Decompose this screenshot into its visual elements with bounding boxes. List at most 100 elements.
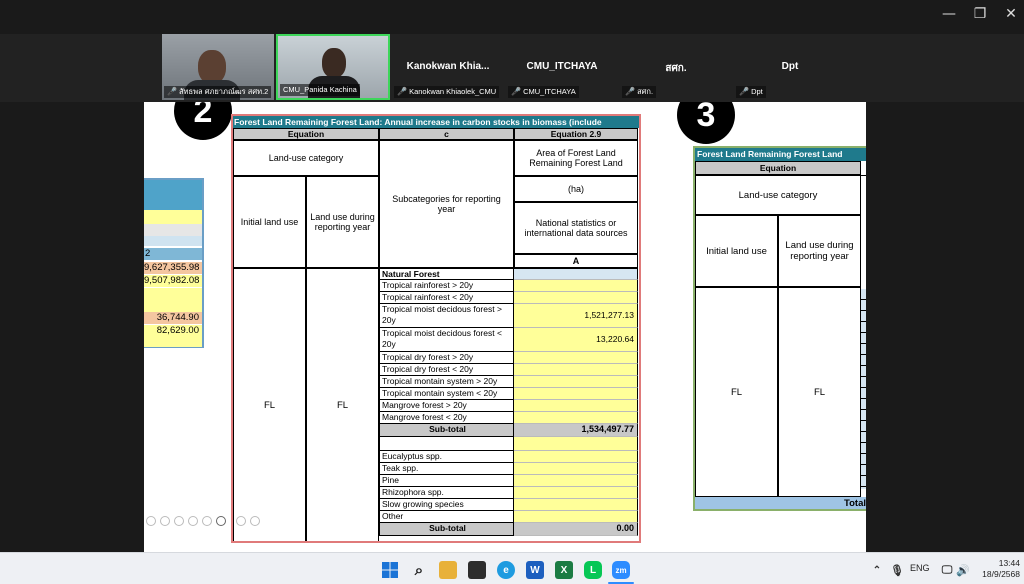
right-fl-value: FL — [778, 287, 861, 497]
zoom-window: — ❐ ✕ 🎤 สัทธพล ศภยาภณ์ฒร สศท.2 CMU_Panida… — [0, 0, 1024, 552]
participant-label: CMU_Panida Kachina — [280, 84, 360, 96]
table-row: Tropical rainforest < 20y — [379, 292, 638, 305]
column-a-label: A — [514, 254, 638, 268]
app-icon[interactable] — [468, 561, 486, 579]
slide-number-2: 2 — [174, 102, 232, 140]
subtotal-value: 1,534,497.77 — [514, 424, 638, 437]
video-tile-participant-1[interactable]: 🎤 สัทธพล ศภยาภณ์ฒร สศท.2 — [162, 34, 274, 100]
initial-land-use-header: Initial land use — [233, 176, 306, 268]
table-row: Slow growing species — [379, 499, 638, 512]
minimize-icon[interactable]: — — [932, 0, 966, 28]
pointer-icon[interactable] — [188, 516, 198, 526]
column-c-label: c — [379, 128, 514, 140]
value-cell[interactable]: 1,521,277.13 — [514, 304, 638, 328]
edge-icon[interactable]: e — [497, 561, 515, 579]
table-row: Mangrove forest > 20y — [379, 400, 638, 413]
file-explorer-icon[interactable] — [439, 561, 457, 579]
time: 13:44 — [998, 558, 1020, 568]
table-row: Tropical rainforest > 20y — [379, 280, 638, 293]
participant-name: CMU_ITCHAYA — [526, 61, 598, 72]
clock[interactable]: 13:44 18/9/2568 — [976, 558, 1020, 580]
table-row: Tropical dry forest < 20y — [379, 364, 638, 377]
chevron-up-icon[interactable]: ⌃ — [868, 561, 886, 579]
left-worksheet-fragment: 2 9,627,355.98 9,507,982.08 36,744.90 82… — [144, 178, 204, 348]
name-tile-4[interactable]: Dpt 🎤 Dpt — [734, 34, 846, 100]
right-reporting-header: Land use during reporting year — [778, 215, 861, 287]
table-row: Eucalyptus spp. — [379, 451, 638, 464]
name-tile-2[interactable]: CMU_ITCHAYA 🎤 CMU_ITCHAYA — [506, 34, 618, 100]
subtotal-label: Sub-total — [379, 523, 514, 536]
participant-name: สศก. — [665, 63, 687, 74]
natural-forest-row: Natural Forest — [379, 268, 638, 281]
land-use-category-header: Land-use category — [233, 140, 379, 176]
participant-label: 🎤 Dpt — [736, 86, 766, 98]
volume-icon[interactable]: 🔊 — [954, 561, 972, 579]
right-worksheet-fragment: Forest Land Remaining Forest Land Equati… — [693, 146, 866, 511]
subtotal-row-2: Sub-total 0.00 — [379, 523, 638, 536]
participant-face — [198, 50, 226, 84]
line-icon[interactable]: L — [584, 561, 602, 579]
zoom-icon[interactable]: zm — [612, 561, 630, 579]
microphone-icon[interactable]: 🎙 — [888, 561, 906, 579]
land-use-reporting-header: Land use during reporting year — [306, 176, 379, 268]
table-row: Pine — [379, 475, 638, 488]
left-value: 9,507,982.08 — [144, 275, 202, 287]
prev-icon[interactable] — [146, 516, 156, 526]
mic-muted-icon: 🎤 — [739, 87, 749, 96]
close-icon[interactable]: ✕ — [994, 0, 1024, 28]
mic-muted-icon: 🎤 — [167, 87, 177, 96]
taskbar: ⌕ e W X L zm ⌃ 🎙 ENG 🖵 🔊 13:44 18/9/2568 — [0, 552, 1024, 584]
subtotal-row: Sub-total 1,534,497.77 — [379, 424, 638, 437]
participant-label: 🎤 Kanokwan Khiaolek_CMU — [394, 86, 500, 98]
excel-icon[interactable]: X — [555, 561, 573, 579]
table-row: Tropical moist decidous forest <20y 13,2… — [379, 328, 638, 352]
participant-label: 🎤 CMU_ITCHAYA — [508, 86, 579, 98]
mic-muted-icon: 🎤 — [625, 87, 635, 96]
participant-name: Dpt — [781, 61, 799, 72]
table-row: Mangrove forest < 20y — [379, 412, 638, 425]
start-icon[interactable] — [381, 561, 399, 579]
worksheet-title: Forest Land Remaining Forest Land: Annua… — [233, 116, 639, 128]
video-tile-active-speaker[interactable]: CMU_Panida Kachina — [276, 34, 390, 100]
reporting-land-use-value: FL — [306, 268, 379, 541]
subtotal-value: 0.00 — [514, 523, 638, 536]
right-initial-header: Initial land use — [695, 215, 778, 287]
grid-icon[interactable] — [202, 516, 212, 526]
value-cell[interactable]: 13,220.64 — [514, 328, 638, 352]
left-row-label: 2 — [144, 248, 202, 260]
participant-name: Kanokwan Khia... — [406, 61, 490, 72]
equation-ref: Equation 2.9 — [514, 128, 638, 140]
slide-number-3: 3 — [677, 102, 735, 144]
zoom-icon[interactable] — [216, 516, 226, 526]
equation-label: Equation — [233, 128, 379, 140]
area-header: Area of Forest Land Remaining Forest Lan… — [514, 140, 638, 176]
participant-face — [322, 48, 346, 78]
more-icon[interactable] — [250, 516, 260, 526]
name-tile-1[interactable]: Kanokwan Khia... 🎤 Kanokwan Khiaolek_CMU — [392, 34, 504, 100]
camera-icon[interactable] — [236, 516, 246, 526]
search-icon[interactable]: ⌕ — [410, 561, 428, 579]
table-row: Tropical dry forest > 20y — [379, 352, 638, 365]
participant-label: 🎤 สัทธพล ศภยาภณ์ฒร สศท.2 — [164, 86, 272, 98]
left-value: 82,629.00 — [144, 325, 202, 337]
natural-forest-label: Natural Forest — [379, 268, 514, 281]
name-tile-3[interactable]: สศก. 🎤 สศก. — [620, 34, 732, 100]
worksheet-table: Forest Land Remaining Forest Land: Annua… — [231, 114, 641, 543]
right-equation-label: Equation — [695, 161, 861, 175]
subcategories-header: Subcategories for reporting year — [379, 140, 514, 268]
table-row: Teak spp. — [379, 463, 638, 476]
right-fl-value: FL — [695, 287, 778, 497]
pen-icon[interactable] — [174, 516, 184, 526]
table-row: Rhizophora spp. — [379, 487, 638, 500]
word-icon[interactable]: W — [526, 561, 544, 579]
table-row: Tropical montain system > 20y — [379, 376, 638, 389]
restore-icon[interactable]: ❐ — [963, 0, 997, 28]
initial-land-use-value: FL — [233, 268, 306, 541]
table-row: Tropical moist decidous forest >20y 1,52… — [379, 304, 638, 328]
right-total-row: Total — [695, 497, 866, 509]
mic-muted-icon: 🎤 — [397, 87, 407, 96]
table-row: Tropical montain system < 20y — [379, 388, 638, 401]
next-icon[interactable] — [160, 516, 170, 526]
spacer-row — [379, 437, 638, 451]
language-indicator[interactable]: ENG — [910, 563, 930, 573]
